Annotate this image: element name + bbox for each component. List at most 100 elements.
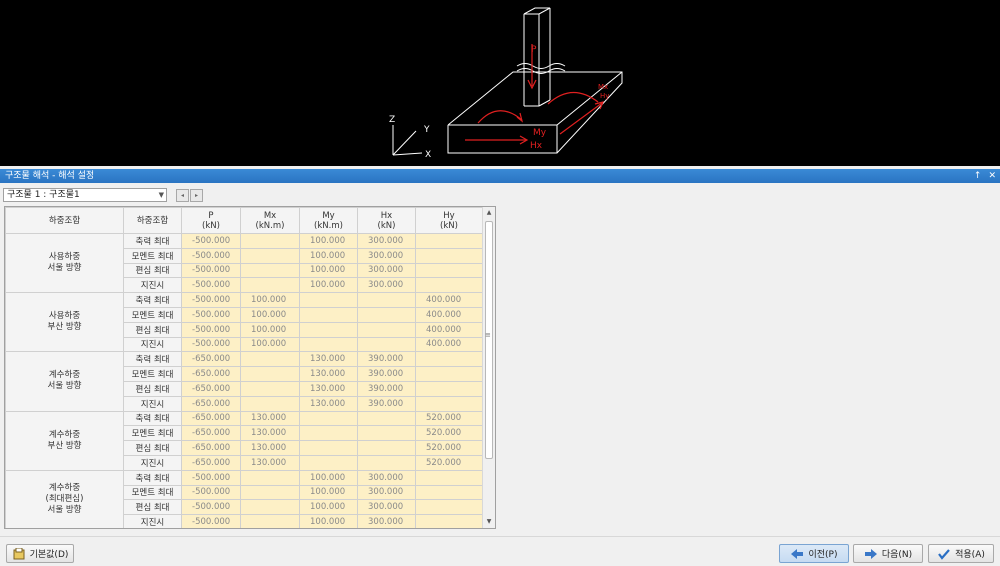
mx-value-cell[interactable] [240, 380, 300, 397]
p-value-cell[interactable]: -500.000 [181, 484, 241, 501]
default-values-button[interactable]: 기본값(D) [6, 544, 74, 563]
my-value-cell[interactable] [299, 306, 358, 323]
my-value-cell[interactable] [299, 454, 358, 471]
my-value-cell[interactable]: 100.000 [299, 484, 358, 501]
hx-value-cell[interactable]: 300.000 [357, 499, 416, 516]
my-value-cell[interactable]: 100.000 [299, 247, 358, 264]
mx-value-cell[interactable] [240, 277, 300, 294]
model-viewport[interactable]: P My Hx Mx Hy Z Y X [0, 0, 1000, 166]
hx-value-cell[interactable] [357, 454, 416, 471]
p-value-cell[interactable]: -500.000 [181, 336, 241, 353]
mx-value-cell[interactable] [240, 514, 300, 528]
p-value-cell[interactable]: -650.000 [181, 454, 241, 471]
load-combination-grid[interactable]: 하중조합 하중조합 P (kN) Mx (kN.m) My (kN.m) Hx (kN)… [4, 206, 496, 529]
hx-value-cell[interactable]: 300.000 [357, 514, 416, 528]
hx-value-cell[interactable] [357, 440, 416, 456]
mx-value-cell[interactable]: 100.000 [240, 292, 300, 308]
p-value-cell[interactable]: -650.000 [181, 351, 241, 368]
hx-value-cell[interactable]: 300.000 [357, 469, 416, 486]
hy-value-cell[interactable]: 400.000 [415, 306, 483, 323]
hx-value-cell[interactable]: 300.000 [357, 233, 416, 249]
my-value-cell[interactable]: 100.000 [299, 469, 358, 486]
my-value-cell[interactable]: 130.000 [299, 380, 358, 397]
mx-value-cell[interactable] [240, 499, 300, 516]
my-value-cell[interactable]: 130.000 [299, 351, 358, 368]
mx-value-cell[interactable]: 130.000 [240, 425, 300, 442]
next-button[interactable]: 다음(N) [853, 544, 923, 563]
my-value-cell[interactable]: 100.000 [299, 233, 358, 249]
p-value-cell[interactable]: -500.000 [181, 306, 241, 323]
mx-value-cell[interactable] [240, 395, 300, 412]
my-value-cell[interactable] [299, 321, 358, 338]
my-value-cell[interactable]: 100.000 [299, 262, 358, 279]
my-value-cell[interactable] [299, 440, 358, 456]
col-header-hx[interactable]: Hx (kN) [357, 207, 416, 234]
p-value-cell[interactable]: -500.000 [181, 514, 241, 528]
col-header-my[interactable]: My (kN.m) [299, 207, 358, 234]
hy-value-cell[interactable] [415, 366, 483, 382]
close-icon[interactable]: ✕ [988, 169, 996, 183]
hx-value-cell[interactable] [357, 336, 416, 353]
mx-value-cell[interactable]: 130.000 [240, 454, 300, 471]
prev-structure-button[interactable]: ◂ [176, 188, 189, 202]
col-header-group[interactable]: 하중조합 [5, 207, 124, 234]
my-value-cell[interactable]: 100.000 [299, 277, 358, 294]
mx-value-cell[interactable]: 100.000 [240, 336, 300, 353]
scroll-up-icon[interactable]: ▲ [483, 207, 495, 219]
hx-value-cell[interactable] [357, 410, 416, 427]
apply-button[interactable]: 적용(A) [928, 544, 994, 563]
hy-value-cell[interactable] [415, 484, 483, 501]
mx-value-cell[interactable] [240, 262, 300, 279]
hy-value-cell[interactable] [415, 469, 483, 486]
p-value-cell[interactable]: -500.000 [181, 469, 241, 486]
hy-value-cell[interactable] [415, 233, 483, 249]
hx-value-cell[interactable] [357, 292, 416, 308]
hx-value-cell[interactable] [357, 321, 416, 338]
hx-value-cell[interactable]: 300.000 [357, 277, 416, 294]
hy-value-cell[interactable]: 400.000 [415, 321, 483, 338]
hx-value-cell[interactable]: 300.000 [357, 247, 416, 264]
hy-value-cell[interactable]: 400.000 [415, 292, 483, 308]
hy-value-cell[interactable] [415, 247, 483, 264]
hy-value-cell[interactable]: 520.000 [415, 425, 483, 442]
p-value-cell[interactable]: -650.000 [181, 425, 241, 442]
my-value-cell[interactable]: 100.000 [299, 499, 358, 516]
p-value-cell[interactable]: -500.000 [181, 499, 241, 516]
hy-value-cell[interactable] [415, 351, 483, 368]
p-value-cell[interactable]: -650.000 [181, 366, 241, 382]
hx-value-cell[interactable] [357, 425, 416, 442]
mx-value-cell[interactable]: 130.000 [240, 440, 300, 456]
mx-value-cell[interactable]: 100.000 [240, 306, 300, 323]
mx-value-cell[interactable] [240, 484, 300, 501]
hx-value-cell[interactable]: 390.000 [357, 366, 416, 382]
col-header-combo[interactable]: 하중조합 [123, 207, 182, 234]
my-value-cell[interactable] [299, 336, 358, 353]
p-value-cell[interactable]: -500.000 [181, 292, 241, 308]
panel-titlebar[interactable]: 구조물 해석 - 해석 설정 ↑ ✕ [0, 169, 1000, 183]
previous-button[interactable]: 이전(P) [779, 544, 849, 563]
scroll-thumb[interactable] [485, 221, 493, 459]
mx-value-cell[interactable] [240, 366, 300, 382]
hy-value-cell[interactable] [415, 514, 483, 528]
hy-value-cell[interactable] [415, 380, 483, 397]
p-value-cell[interactable]: -500.000 [181, 233, 241, 249]
my-value-cell[interactable] [299, 292, 358, 308]
p-value-cell[interactable]: -500.000 [181, 247, 241, 264]
hy-value-cell[interactable] [415, 395, 483, 412]
p-value-cell[interactable]: -650.000 [181, 380, 241, 397]
col-header-p[interactable]: P (kN) [181, 207, 241, 234]
p-value-cell[interactable]: -500.000 [181, 277, 241, 294]
hx-value-cell[interactable]: 300.000 [357, 262, 416, 279]
hx-value-cell[interactable]: 390.000 [357, 395, 416, 412]
hx-value-cell[interactable]: 390.000 [357, 380, 416, 397]
my-value-cell[interactable] [299, 425, 358, 442]
col-header-mx[interactable]: Mx (kN.m) [240, 207, 300, 234]
hx-value-cell[interactable]: 300.000 [357, 484, 416, 501]
mx-value-cell[interactable] [240, 351, 300, 368]
hy-value-cell[interactable]: 520.000 [415, 454, 483, 471]
next-structure-button[interactable]: ▸ [190, 188, 203, 202]
mx-value-cell[interactable]: 100.000 [240, 321, 300, 338]
mx-value-cell[interactable] [240, 247, 300, 264]
p-value-cell[interactable]: -650.000 [181, 410, 241, 427]
hy-value-cell[interactable]: 520.000 [415, 440, 483, 456]
